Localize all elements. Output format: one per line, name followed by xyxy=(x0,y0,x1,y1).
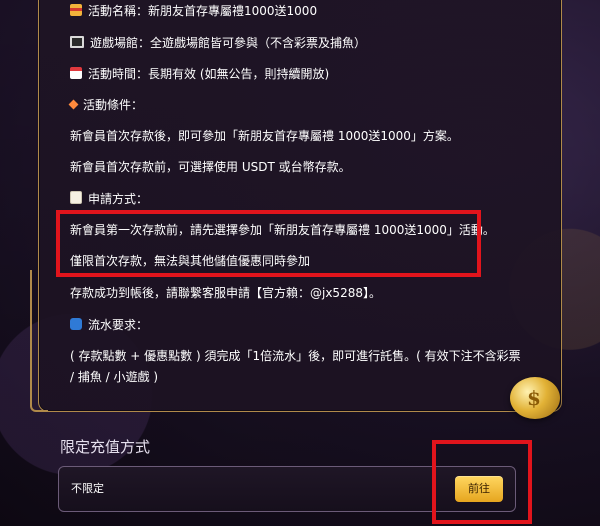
turnover-heading-row: 流水要求： xyxy=(70,316,148,334)
apply-heading: 申請方式： xyxy=(88,192,149,206)
apply-heading-row: 申請方式： xyxy=(70,190,148,208)
recharge-method-value: 不限定 xyxy=(71,482,104,495)
recharge-method-title: 限定充值方式 xyxy=(60,438,151,456)
event-time-row: 活動時間：長期有效 (如無公告，則持續開放) xyxy=(70,65,329,83)
monitor-icon xyxy=(70,36,84,48)
turnover-heading: 流水要求： xyxy=(88,318,149,332)
highlight-box-button xyxy=(432,440,532,524)
event-venue-text: 遊戲場館：全遊戲場館皆可參與（不含彩票及捕魚） xyxy=(90,36,367,50)
highlight-box-apply xyxy=(56,210,481,277)
turnover-item: ( 存款點數 + 優惠點數 ) 須完成「1倍流水」後，即可進行託售。( 有效下注… xyxy=(70,349,521,363)
event-venue-row: 遊戲場館：全遊戲場館皆可參與（不含彩票及捕魚） xyxy=(70,34,366,52)
condition-item: 新會員首次存款前，可選擇使用 USDT 或台幣存款。 xyxy=(70,160,351,174)
memo-icon xyxy=(70,191,82,204)
panel-corner-ornament xyxy=(30,270,48,412)
gift-icon xyxy=(70,4,82,16)
cycle-icon xyxy=(70,318,82,330)
event-time-text: 活動時間：長期有效 (如無公告，則持續開放) xyxy=(88,67,330,81)
diamond-icon xyxy=(68,99,79,110)
event-name-row: 活動名稱：新朋友首存專屬禮1000送1000 xyxy=(70,2,317,20)
conditions-heading: 活動條件： xyxy=(83,98,144,112)
apply-item: 存款成功到帳後，請聯繫客服申請【官方賴：@jx5288】。 xyxy=(70,286,381,300)
calendar-icon xyxy=(70,67,82,79)
coin-icon: $ xyxy=(510,377,560,419)
conditions-heading-row: 活動條件： xyxy=(68,96,144,114)
condition-item: 新會員首次存款後，即可參加「新朋友首存專屬禮 1000送1000」方案。 xyxy=(70,129,459,143)
event-name-text: 活動名稱：新朋友首存專屬禮1000送1000 xyxy=(88,4,318,18)
turnover-item: / 捕魚 / 小遊戲 ) xyxy=(70,370,159,384)
